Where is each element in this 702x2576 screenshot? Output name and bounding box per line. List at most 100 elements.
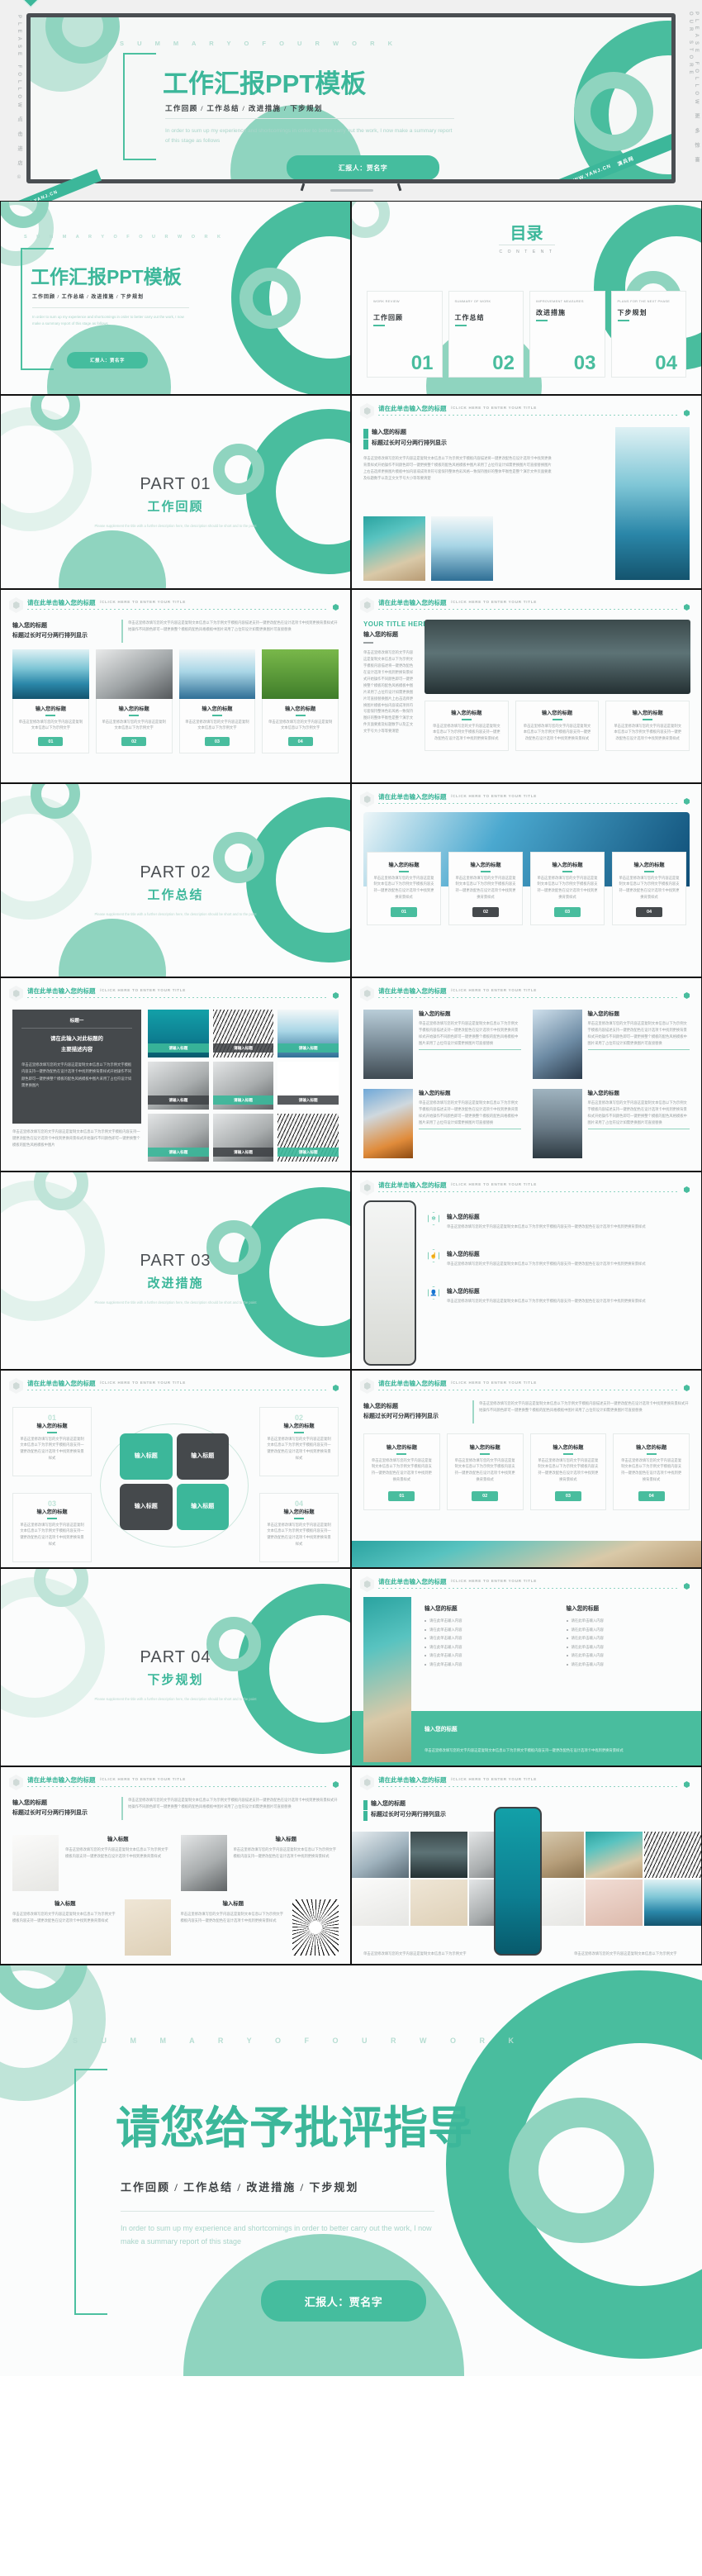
content-header-title[interactable]: 请在此单击输入您的标题: [378, 1379, 447, 1388]
phone-mockup: [494, 1807, 542, 1956]
photo-radial-lines: [292, 1899, 339, 1956]
overlay-card[interactable]: 输入您的标题 单击这里修改填写您的文字内容这是复制文本信息以下为示例文字模板内容…: [448, 852, 523, 926]
closing-description: In order to sum up my experience and sho…: [121, 2224, 432, 2246]
overlay-card[interactable]: 输入您的标题 单击这里修改填写您的文字内容这是复制文本信息以下为示例文字模板内容…: [530, 852, 605, 926]
texture-item[interactable]: 输入标题 单击这里修改填写您的文字内容这是复制文本信息以下为示例文字模板内容支持…: [12, 1835, 171, 1891]
card-number-badge: 01: [388, 1491, 415, 1502]
slide-cover-plain: S U M M A R Y O F O U R W O R K 工作汇报PPT模…: [0, 201, 351, 395]
slide-dark-panel-gallery: 请在此单击输入您的标题 /CLICK HERE TO ENTER YOUR TI…: [0, 977, 351, 1172]
cycle-node[interactable]: 输入标题: [120, 1484, 173, 1530]
header-accent-dot-icon: [684, 1583, 690, 1590]
content-header-title[interactable]: 请在此单击输入您的标题: [27, 598, 96, 607]
cycle-side-card[interactable]: 01 输入您的标题 单击这里修改填写您的文字内容这是复制文本信息以下为示例文字模…: [12, 1407, 92, 1476]
section-title-line1: 输入您的标题: [12, 1800, 47, 1806]
cycle-node[interactable]: 输入标题: [120, 1433, 173, 1480]
image-card[interactable]: 输入您的标题 单击这里修改填写您的文字内容这是复制文本信息以下为示例文字 02: [95, 649, 173, 754]
photo-tile[interactable]: 请输入标题: [212, 1114, 274, 1162]
content-header-subtitle: /CLICK HERE TO ENTER YOUR TITLE: [451, 1578, 537, 1583]
info-card[interactable]: 输入您的标题 单击这里修改填写您的文字内容这是复制文本信息以下为示例文字模板内容…: [363, 1433, 440, 1511]
image-card[interactable]: 输入您的标题 单击这里修改填写您的文字内容这是复制文本信息以下为示例文字 04: [262, 649, 339, 754]
texture-item[interactable]: 输入标题 单击这里修改填写您的文字内容这是复制文本信息以下为示例文字模板内容支持…: [181, 1899, 339, 1956]
card-divider: [295, 715, 306, 716]
photo-tile[interactable]: 请输入标题: [277, 1010, 339, 1057]
slide-row-5: 请在此单击输入您的标题 /CLICK HERE TO ENTER YOUR TI…: [0, 977, 702, 1172]
watermark-corner-logo: 演兵网: [13, 0, 88, 8]
content-header-subtitle: /CLICK HERE TO ENTER YOUR TITLE: [100, 1776, 186, 1781]
cover-reporter-button[interactable]: 汇报人：贾名字: [67, 352, 148, 368]
cycle-side-card[interactable]: 02 输入您的标题 单击这里修改填写您的文字内容这是复制文本信息以下为示例文字模…: [259, 1407, 339, 1476]
image-text-item[interactable]: 输入您的标题 单击这里修改填写您的文字内容这是复制文本信息以下为示例文字模板内容…: [363, 1010, 521, 1079]
content-header-title[interactable]: 请在此单击输入您的标题: [27, 1775, 96, 1785]
cycle-node[interactable]: 输入标题: [176, 1433, 229, 1480]
cover-reporter-button[interactable]: 汇报人：贾名字: [287, 155, 439, 179]
card-body: 输入您的标题 单击这里修改填写您的文字内容这是复制文本信息以下为示例文字 04: [262, 699, 339, 754]
content-header-title[interactable]: 请在此单击输入您的标题: [378, 986, 447, 996]
bullet-label: 请在此单击输入内容: [429, 1618, 462, 1623]
slide-four-cards-beach: 请在此单击输入您的标题 /CLICK HERE TO ENTER YOUR TI…: [351, 1370, 702, 1568]
photo-stripes[interactable]: [644, 1832, 701, 1878]
cycle-node[interactable]: 输入标题: [176, 1484, 229, 1530]
image-card[interactable]: 输入您的标题 单击这里修改填写您的文字内容这是复制文本信息以下为示例文字 01: [12, 649, 89, 754]
toc-item[interactable]: PLANS FOR THE NEXT PHASE 下步规划 04: [610, 291, 686, 378]
toc-item[interactable]: IMPROVEMENT MEASURES 改进措施 03: [529, 291, 605, 378]
image-text-item[interactable]: 输入您的标题 单击这里修改填写您的文字内容这是复制文本信息以下为示例文字模板内容…: [532, 1010, 690, 1079]
cycle-side-card[interactable]: 03 输入您的标题 单击这里修改填写您的文字内容这是复制文本信息以下为示例文字模…: [12, 1493, 92, 1562]
image-text-item[interactable]: 输入您的标题 单击这里修改填写您的文字内容这是复制文本信息以下为示例文字模板内容…: [532, 1089, 690, 1158]
slide-row-1: S U M M A R Y O F O U R W O R K 工作汇报PPT模…: [0, 201, 702, 395]
content-header-title[interactable]: 请在此单击输入您的标题: [378, 792, 447, 801]
info-card[interactable]: 输入您的标题 单击这里修改填写您的文字内容这是复制文本信息以下为示例文字模板内容…: [446, 1433, 524, 1511]
overlay-card[interactable]: 输入您的标题 单击这里修改填写您的文字内容这是复制文本信息以下为示例文字模板内容…: [367, 852, 441, 926]
toc-item[interactable]: SUMMARY OF WORK 工作总结 02: [448, 291, 524, 378]
content-header-title[interactable]: 请在此单击输入您的标题: [378, 1577, 447, 1586]
content-header-title[interactable]: 请在此单击输入您的标题: [27, 1379, 96, 1388]
panel-heading-2: 主要描述内容: [60, 1047, 93, 1053]
header-hex-icon: [9, 1775, 23, 1790]
photo-archway[interactable]: [352, 1880, 409, 1926]
photo-surf: [178, 649, 256, 699]
content-header-title[interactable]: 请在此单击输入您的标题: [378, 598, 447, 607]
image-text-item[interactable]: 输入您的标题 单击这里修改填写您的文字内容这是复制文本信息以下为示例文字模板内容…: [363, 1089, 521, 1158]
part-title-cn: 工作总结: [147, 888, 204, 902]
photo-tile[interactable]: 请输入标题: [148, 1062, 209, 1110]
info-card[interactable]: 输入您的标题 单击这里修改填写您的文字内容这是复制文本信息以下为示例文字模板内容…: [613, 1433, 690, 1511]
content-header-title[interactable]: 请在此单击输入您的标题: [378, 1775, 447, 1785]
texture-item[interactable]: 输入标题 单击这里修改填写您的文字内容这是复制文本信息以下为示例文字模板内容支持…: [12, 1899, 171, 1956]
info-card[interactable]: 输入您的标题 单击这里修改填写您的文字内容这是复制文本信息以下为示例文字模板内容…: [529, 1433, 607, 1511]
photo-tile[interactable]: 请输入标题: [277, 1062, 339, 1110]
hex-feature-item[interactable]: ☝ 输入您的标题 单击这里修改填写您的文字内容这是复制文本信息以下为示例文字模板…: [428, 1248, 690, 1267]
photo-pink-shore[interactable]: [586, 1880, 643, 1926]
content-header-title[interactable]: 请在此单击输入您的标题: [378, 1181, 447, 1190]
info-card[interactable]: 输入您的标题 单击这里修改填写您的文字内容这是复制文本信息以下为示例文字模板内容…: [605, 701, 690, 752]
panel-tag: 标题一: [69, 1019, 84, 1024]
bullet-label: 请在此单击输入内容: [571, 1636, 605, 1641]
closing-reporter-button[interactable]: 汇报人：贾名字: [261, 2280, 426, 2322]
hex-feature-item[interactable]: ❄ 输入您的标题 单击这里修改填写您的文字内容这是复制文本信息以下为示例文字模板…: [428, 1212, 690, 1230]
photo-laptop[interactable]: [352, 1832, 409, 1878]
photo-tile[interactable]: 请输入标题: [277, 1114, 339, 1162]
toc-item[interactable]: WORK REVIEW 工作回顾 01: [367, 291, 443, 378]
photo-tile[interactable]: 请输入标题: [148, 1010, 209, 1057]
tv-leg-left: [300, 183, 306, 192]
photo-tile[interactable]: 请输入标题: [212, 1010, 274, 1057]
toc-item-underline: [454, 325, 467, 327]
photo-shore[interactable]: [586, 1832, 643, 1878]
cycle-side-card[interactable]: 04 输入您的标题 单击这里修改填写您的文字内容这是复制文本信息以下为示例文字模…: [259, 1493, 339, 1562]
photo-candles[interactable]: [410, 1880, 467, 1926]
info-card[interactable]: 输入您的标题 单击这里修改填写您的文字内容这是复制文本信息以下为示例文字模板内容…: [515, 701, 600, 752]
hex-feature-item[interactable]: 👤 输入您的标题 单击这里修改填写您的文字内容这是复制文本信息以下为示例文字模板…: [428, 1286, 690, 1305]
content-header-title[interactable]: 请在此单击输入您的标题: [378, 404, 447, 413]
content-header-title[interactable]: 请在此单击输入您的标题: [27, 986, 96, 996]
card-text: 单击这里修改填写您的文字内容这是复制文本信息以下为示例文字: [268, 719, 333, 730]
photo-leaf-water[interactable]: [644, 1880, 701, 1926]
item-text: 单击这里修改填写您的文字内容这是复制文本信息以下为示例文字模板内容支持一键更改配…: [180, 1912, 284, 1922]
texture-item[interactable]: 输入标题 单击这里修改填写您的文字内容这是复制文本信息以下为示例文字模板内容支持…: [180, 1835, 339, 1891]
cover-bracket: [21, 248, 54, 370]
content-header: 请在此单击输入您的标题 /CLICK HERE TO ENTER YOUR TI…: [360, 597, 693, 614]
slide-texture-image-text: 请在此单击输入您的标题 /CLICK HERE TO ENTER YOUR TI…: [0, 1766, 351, 1965]
photo-tile[interactable]: 请输入标题: [148, 1114, 209, 1162]
overlay-card[interactable]: 输入您的标题 单击这里修改填写您的文字内容这是复制文本信息以下为示例文字模板内容…: [612, 852, 686, 926]
photo-mountain-peak[interactable]: [410, 1832, 467, 1878]
info-card[interactable]: 输入您的标题 单击这里修改填写您的文字内容这是复制文本信息以下为示例文字模板内容…: [425, 701, 509, 752]
image-card[interactable]: 输入您的标题 单击这里修改填写您的文字内容这是复制文本信息以下为示例文字 03: [178, 649, 256, 754]
photo-tile[interactable]: 请输入标题: [212, 1062, 274, 1110]
